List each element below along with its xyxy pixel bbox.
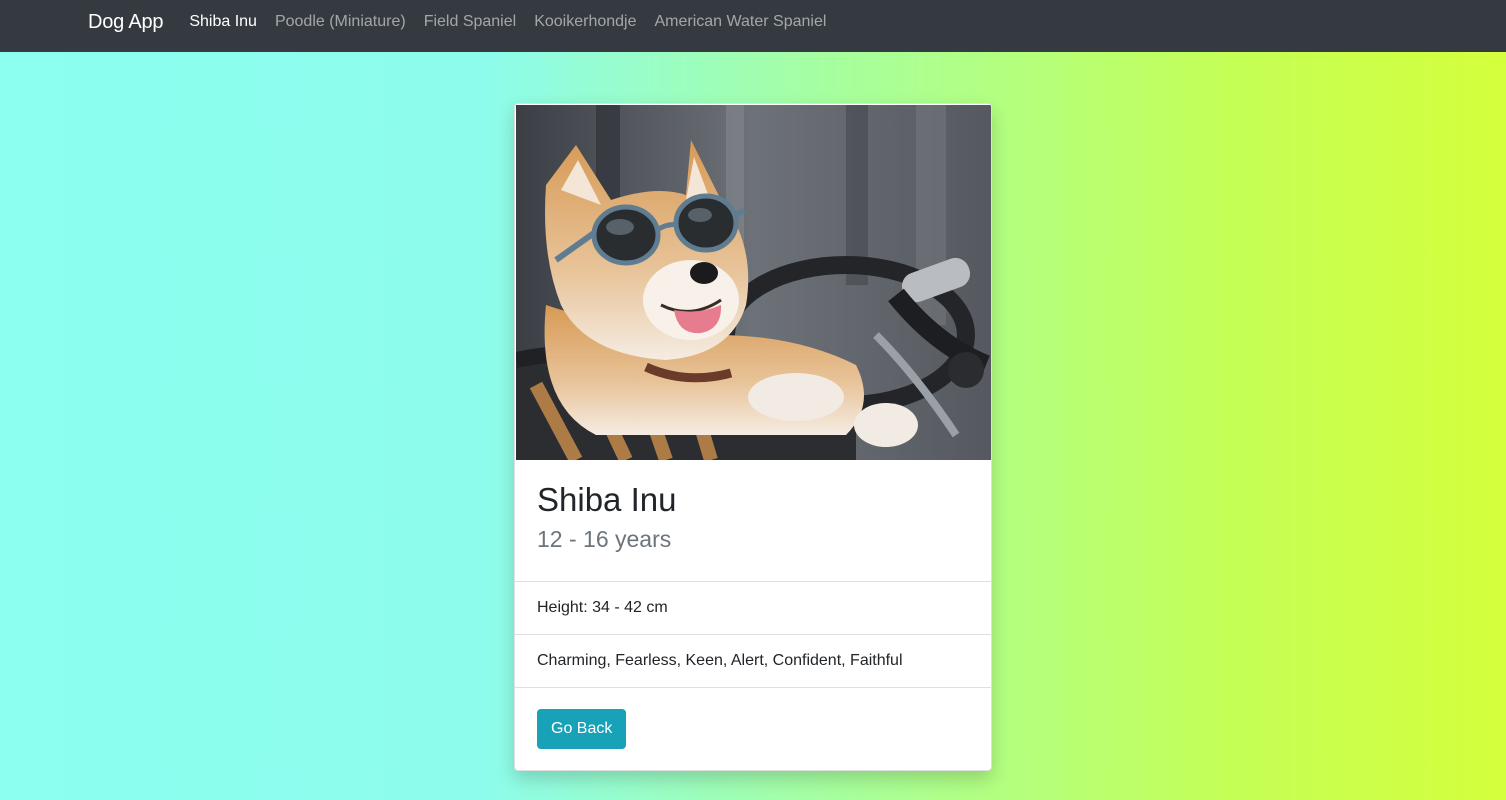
navbar: Dog App Shiba Inu Poodle (Miniature) Fie…: [0, 0, 1506, 52]
height-item: Height: 34 - 42 cm: [515, 581, 991, 634]
brand-link[interactable]: Dog App: [88, 11, 164, 34]
temperament-item: Charming, Fearless, Keen, Alert, Confide…: [515, 634, 991, 687]
lifespan: 12 - 16 years: [537, 526, 672, 553]
nav-link-american-water-spaniel[interactable]: American Water Spaniel: [654, 13, 826, 31]
dog-photo: [516, 105, 991, 460]
temperament-text: Charming, Fearless, Keen, Alert, Confide…: [537, 652, 903, 669]
go-back-button[interactable]: Go Back: [537, 709, 627, 749]
dog-card: Shiba Inu 12 - 16 years Height: 34 - 42 …: [514, 103, 992, 771]
card-body: Shiba Inu 12 - 16 years: [515, 460, 991, 581]
card-footer: Go Back: [515, 687, 991, 770]
nav-link-field-spaniel[interactable]: Field Spaniel: [424, 13, 517, 31]
nav-link-shiba-inu[interactable]: Shiba Inu: [189, 13, 257, 31]
nav-link-kooikerhondje[interactable]: Kooikerhondje: [534, 13, 636, 31]
nav-links: Shiba Inu Poodle (Miniature) Field Spani…: [189, 13, 844, 31]
nav-link-poodle-miniature[interactable]: Poodle (Miniature): [275, 13, 406, 31]
breed-name: Shiba Inu: [537, 481, 677, 518]
height-text: Height: 34 - 42 cm: [537, 599, 668, 616]
